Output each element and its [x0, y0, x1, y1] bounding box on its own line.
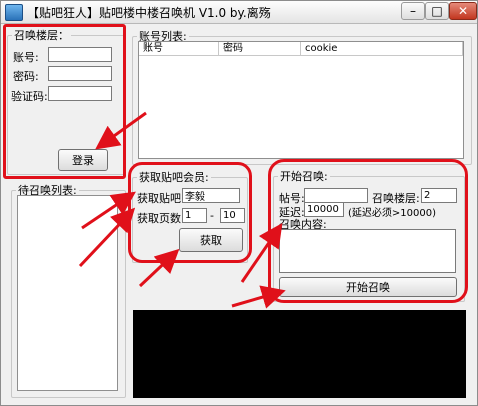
account-list-view[interactable]: 账号 密码 cookie	[138, 41, 464, 159]
forum-label: 获取贴吧:	[137, 192, 185, 205]
password-input[interactable]	[48, 66, 112, 81]
log-console	[133, 310, 466, 398]
delay-hint: (延迟必须>10000)	[348, 208, 436, 219]
title-bar: 【贴吧狂人】贴吧楼中楼召唤机 V1.0 by.离殇 – □ ✕	[1, 1, 477, 24]
floor-input[interactable]	[421, 188, 457, 203]
account-input[interactable]	[48, 47, 112, 62]
close-button[interactable]: ✕	[449, 2, 477, 20]
fetch-members-legend: 获取贴吧会员:	[139, 171, 209, 184]
summon-content-textarea[interactable]	[279, 229, 456, 273]
column-header-password[interactable]: 密码	[219, 42, 301, 56]
window-title: 【贴吧狂人】贴吧楼中楼召唤机 V1.0 by.离殇	[27, 6, 271, 20]
delay-input[interactable]	[304, 202, 344, 217]
account-list-header: 账号 密码 cookie	[139, 42, 463, 56]
account-label: 账号:	[13, 51, 39, 64]
start-summon-button[interactable]: 开始召唤	[279, 277, 457, 297]
fetch-button[interactable]: 获取	[179, 228, 243, 252]
summon-floor-legend: 召唤楼层：	[14, 29, 69, 42]
page-range-dash: -	[210, 209, 214, 222]
minimize-button[interactable]: –	[401, 2, 425, 20]
pages-label: 获取页数:	[137, 212, 185, 225]
forum-input[interactable]	[182, 188, 240, 203]
password-label: 密码:	[13, 70, 39, 83]
post-id-input[interactable]	[304, 188, 368, 203]
pending-list-view[interactable]	[17, 195, 118, 391]
captcha-input[interactable]	[48, 86, 112, 101]
column-header-account[interactable]: 账号	[139, 42, 219, 56]
maximize-button[interactable]: □	[425, 2, 449, 20]
login-button[interactable]: 登录	[58, 149, 108, 171]
page-to-input[interactable]	[220, 208, 245, 223]
main-window: 【贴吧狂人】贴吧楼中楼召唤机 V1.0 by.离殇 – □ ✕ 召唤楼层： 账号…	[0, 0, 478, 406]
app-icon	[5, 4, 23, 21]
column-header-cookie[interactable]: cookie	[301, 42, 463, 56]
captcha-label: 验证码:	[11, 90, 48, 103]
start-summon-legend: 开始召唤:	[280, 170, 328, 183]
page-from-input[interactable]	[182, 208, 207, 223]
